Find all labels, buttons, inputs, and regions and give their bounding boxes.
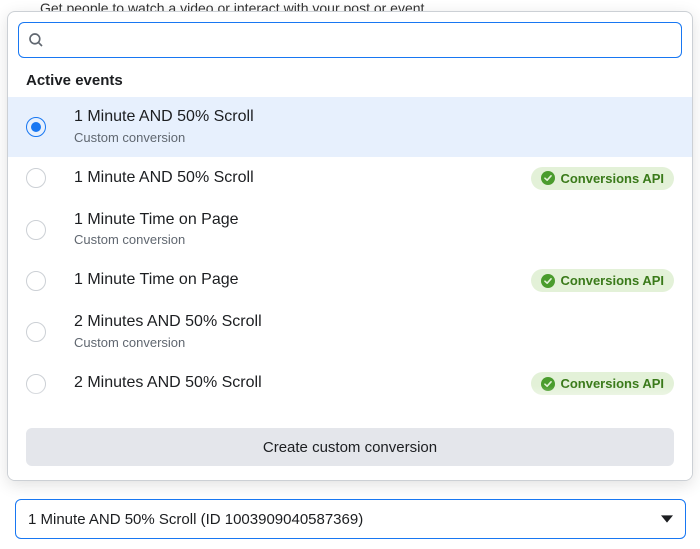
event-option[interactable]: 1 Minute Time on PageCustom conversion bbox=[8, 200, 692, 260]
option-title: 2 Minutes AND 50% Scroll bbox=[74, 312, 674, 333]
search-icon bbox=[27, 31, 45, 49]
event-option[interactable]: 1 Minute Time on Page Conversions API bbox=[8, 259, 692, 302]
event-option[interactable]: 1 Minute AND 50% Scroll Custom conversion bbox=[8, 97, 692, 157]
create-custom-conversion-button[interactable]: Create custom conversion bbox=[26, 428, 674, 466]
footer-wrap: Create custom conversion bbox=[8, 416, 692, 480]
option-texts: 2 Minutes AND 50% Scroll Custom conversio… bbox=[74, 312, 674, 352]
option-title: 2 Minutes Time on Page bbox=[74, 415, 674, 416]
conversion-event-value: 1 Minute AND 50% Scroll (ID 100390904058… bbox=[28, 511, 661, 528]
option-texts: 1 Minute Time on PageCustom conversion bbox=[74, 210, 674, 250]
radio-icon bbox=[26, 117, 46, 137]
check-circle-icon bbox=[541, 171, 555, 185]
search-wrap[interactable] bbox=[18, 22, 682, 58]
event-option[interactable]: 2 Minutes AND 50% Scroll Conversions API bbox=[8, 362, 692, 405]
caret-down-icon bbox=[661, 513, 673, 525]
badge-label: Conversions API bbox=[560, 171, 664, 186]
event-option[interactable]: 2 Minutes Time on PageCustom conversion bbox=[8, 405, 692, 416]
option-texts: 2 Minutes AND 50% Scroll bbox=[74, 373, 531, 394]
conversion-event-select[interactable]: 1 Minute AND 50% Scroll (ID 100390904058… bbox=[15, 499, 686, 539]
conversions-api-badge: Conversions API bbox=[531, 167, 674, 190]
radio-icon bbox=[26, 322, 46, 342]
event-dropdown-panel: Active events 1 Minute AND 50% Scroll Cus… bbox=[7, 11, 693, 481]
event-option[interactable]: 2 Minutes AND 50% Scroll Custom conversio… bbox=[8, 302, 692, 362]
badge-label: Conversions API bbox=[560, 376, 664, 391]
option-title: 1 Minute AND 50% Scroll bbox=[74, 168, 531, 189]
event-option[interactable]: 1 Minute AND 50% Scroll Conversions API bbox=[8, 157, 692, 200]
option-title: 1 Minute AND 50% Scroll bbox=[74, 107, 674, 128]
option-subtitle: Custom conversion bbox=[74, 130, 674, 147]
check-circle-icon bbox=[541, 274, 555, 288]
option-texts: 1 Minute AND 50% Scroll Custom conversion bbox=[74, 107, 674, 147]
check-circle-icon bbox=[541, 377, 555, 391]
option-subtitle: Custom conversion bbox=[74, 232, 674, 249]
search-input[interactable] bbox=[53, 23, 673, 57]
option-title: 1 Minute Time on Page bbox=[74, 210, 674, 231]
conversions-api-badge: Conversions API bbox=[531, 372, 674, 395]
badge-label: Conversions API bbox=[560, 273, 664, 288]
option-title: 2 Minutes AND 50% Scroll bbox=[74, 373, 531, 394]
conversions-api-badge: Conversions API bbox=[531, 269, 674, 292]
section-header: Active events bbox=[8, 64, 692, 97]
search-row bbox=[8, 12, 692, 64]
options-list: 1 Minute AND 50% Scroll Custom conversion… bbox=[8, 97, 692, 416]
option-texts: 1 Minute Time on Page bbox=[74, 270, 531, 291]
radio-icon bbox=[26, 271, 46, 291]
option-subtitle: Custom conversion bbox=[74, 335, 674, 352]
radio-icon bbox=[26, 220, 46, 240]
radio-icon bbox=[26, 374, 46, 394]
radio-icon bbox=[26, 168, 46, 188]
option-texts: 1 Minute AND 50% Scroll bbox=[74, 168, 531, 189]
option-texts: 2 Minutes Time on PageCustom conversion bbox=[74, 415, 674, 416]
option-title: 1 Minute Time on Page bbox=[74, 270, 531, 291]
